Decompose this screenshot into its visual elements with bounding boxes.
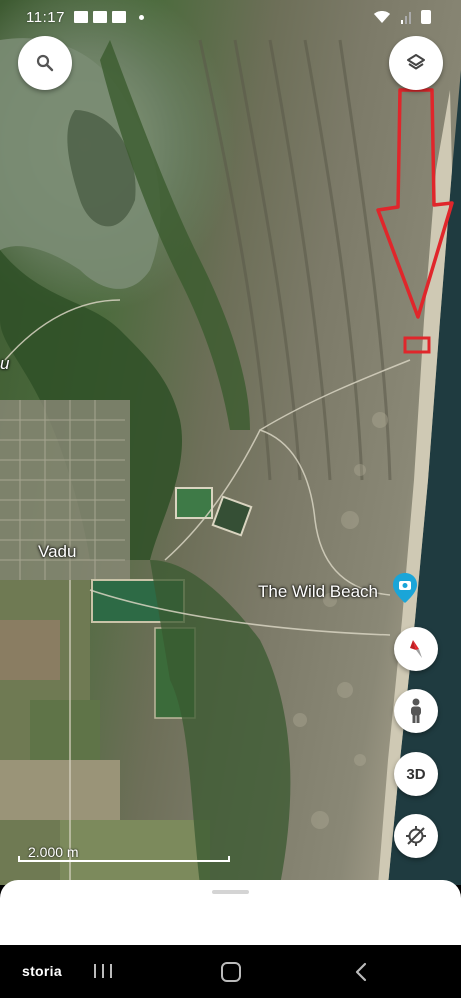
status-time: 11:17 <box>26 9 65 26</box>
layers-button[interactable] <box>389 36 443 90</box>
notification-icons <box>74 11 144 23</box>
status-bar: 11:17 <box>0 0 461 36</box>
back-icon[interactable] <box>352 962 372 982</box>
storia-logo: storia <box>22 963 62 979</box>
wifi-icon <box>374 11 390 23</box>
signal-icon <box>401 12 411 24</box>
system-nav-bar: storia <box>0 945 461 998</box>
dot-icon <box>139 14 144 20</box>
scale-bar <box>18 856 230 862</box>
mail-icon <box>112 11 126 23</box>
place-label-wild-beach[interactable]: The Wild Beach <box>258 582 378 602</box>
drag-handle[interactable] <box>212 890 249 894</box>
home-icon[interactable] <box>221 962 241 982</box>
place-label-vadu[interactable]: Vadu <box>38 542 76 562</box>
place-label-partial: u <box>0 354 10 373</box>
news-icon <box>93 11 107 23</box>
battery-icon <box>421 10 431 24</box>
recents-icon[interactable] <box>92 963 114 979</box>
3d-toggle-button[interactable]: 3D <box>394 752 438 796</box>
search-icon <box>36 54 54 72</box>
gallery-icon <box>74 11 88 23</box>
my-location-button[interactable] <box>394 814 438 858</box>
layers-icon <box>407 54 425 70</box>
street-view-button[interactable] <box>394 689 438 733</box>
street-view-icon <box>411 698 421 723</box>
satellite-map[interactable]: u Vadu The Wild Beach 2.000 m <box>0 0 461 885</box>
map-scale: 2.000 m <box>18 844 230 864</box>
search-button[interactable] <box>18 36 72 90</box>
red-arrow-annotation <box>376 88 454 354</box>
compass-button[interactable] <box>394 627 438 671</box>
highlight-box <box>403 336 431 354</box>
system-icons <box>373 10 431 24</box>
bottom-sheet[interactable] <box>0 880 461 945</box>
compass-icon <box>410 640 422 658</box>
my-location-icon <box>406 826 426 846</box>
photo-pin-icon[interactable] <box>393 573 417 603</box>
